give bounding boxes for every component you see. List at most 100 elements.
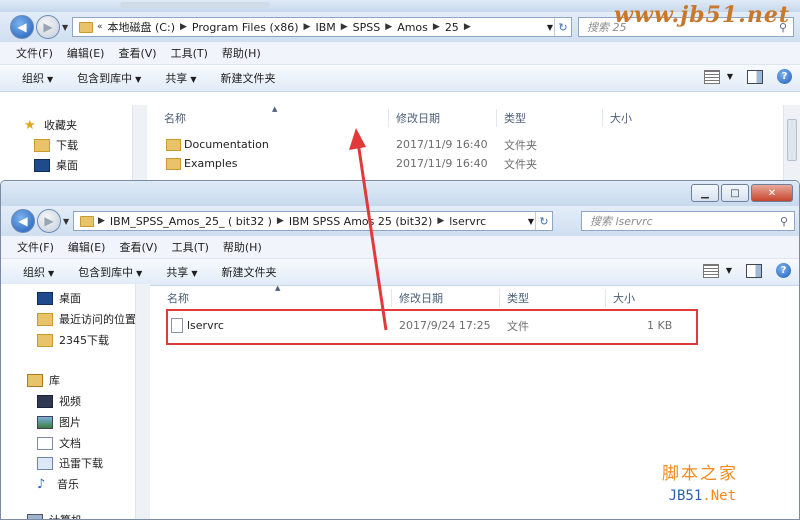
help-icon[interactable]: ? <box>776 263 791 278</box>
search-icon[interactable]: ⚲ <box>780 215 788 228</box>
column-divider[interactable] <box>602 109 603 127</box>
menu-tools[interactable]: 工具(T) <box>164 45 215 61</box>
content-area: ★ 收藏夹 下载 桌面 ▲ 名称 修改日期 类型 大小 Documentation… <box>0 105 800 182</box>
organize-button[interactable]: 组织 ▼ <box>0 70 65 86</box>
breadcrumb-ibm[interactable]: IBM <box>310 21 340 34</box>
computer-icon <box>27 513 43 519</box>
content-scrollbar[interactable] <box>783 105 800 182</box>
address-bar[interactable]: ▶ IBM_SPSS_Amos_25_ ( bit32 ) ▶ IBM SPSS … <box>73 211 553 231</box>
breadcrumb-amos-bit32[interactable]: IBM SPSS Amos 25 (bit32) <box>284 215 437 228</box>
column-divider[interactable] <box>605 289 606 307</box>
share-label: 共享 <box>166 266 189 279</box>
column-size[interactable]: 大小 <box>613 290 635 306</box>
nav-2345-downloads[interactable]: 2345下载 <box>37 332 109 348</box>
menu-edit[interactable]: 编辑(E) <box>61 239 113 255</box>
forward-button[interactable]: ▶ <box>36 15 60 39</box>
organize-button[interactable]: 组织 ▼ <box>1 264 66 280</box>
chevron-down-icon: ▼ <box>48 269 55 278</box>
menu-view[interactable]: 查看(V) <box>112 239 164 255</box>
menu-tools[interactable]: 工具(T) <box>165 239 216 255</box>
chevron-right-icon[interactable]: ▶ <box>98 216 105 226</box>
include-in-library-button[interactable]: 包含到库中 ▼ <box>65 70 153 86</box>
nav-label: 最近访问的位置 <box>59 313 136 326</box>
column-divider[interactable] <box>388 109 389 127</box>
menu-edit[interactable]: 编辑(E) <box>60 45 112 61</box>
file-row-examples[interactable]: Examples 2017/11/9 16:40 文件夹 <box>148 154 784 173</box>
column-name[interactable]: 名称 <box>167 290 189 306</box>
view-options-button[interactable]: ▼ <box>702 263 732 278</box>
search-input[interactable]: 搜索 lservrc ⚲ <box>581 211 795 231</box>
nav-desktop[interactable]: 桌面 <box>34 157 78 173</box>
column-size[interactable]: 大小 <box>610 110 632 126</box>
nav-scrollbar[interactable] <box>135 284 150 519</box>
preview-pane-icon[interactable] <box>747 69 763 84</box>
scrollbar-thumb[interactable] <box>787 119 797 161</box>
nav-documents[interactable]: 文档 <box>37 435 81 451</box>
file-row-documentation[interactable]: Documentation 2017/11/9 16:40 文件夹 <box>148 135 784 154</box>
nav-recent-places[interactable]: 最近访问的位置 <box>37 311 136 327</box>
history-dropdown-icon[interactable]: ▼ <box>62 23 68 32</box>
column-divider[interactable] <box>391 289 392 307</box>
nav-favorites[interactable]: ★ 收藏夹 <box>24 117 77 133</box>
chevron-right-icon[interactable]: ▶ <box>304 22 311 32</box>
nav-scrollbar[interactable] <box>132 105 147 182</box>
new-folder-button[interactable]: 新建文件夹 <box>209 264 288 280</box>
breadcrumb-amos-package[interactable]: IBM_SPSS_Amos_25_ ( bit32 ) <box>105 215 277 228</box>
column-divider[interactable] <box>496 109 497 127</box>
include-in-library-button[interactable]: 包含到库中 ▼ <box>66 264 154 280</box>
view-options-button[interactable]: ▼ <box>703 69 733 84</box>
nav-pictures[interactable]: 图片 <box>37 414 81 430</box>
address-bar[interactable]: « 本地磁盘 (C:) ▶ Program Files (x86) ▶ IBM ▶ S… <box>72 17 572 37</box>
menu-file[interactable]: 文件(F) <box>1 239 61 255</box>
preview-pane-icon[interactable] <box>746 263 762 278</box>
column-date[interactable]: 修改日期 <box>399 290 443 306</box>
chevron-right-icon[interactable]: ▶ <box>464 22 471 32</box>
breadcrumb-program-files[interactable]: Program Files (x86) <box>187 21 304 34</box>
column-type[interactable]: 类型 <box>504 110 526 126</box>
chevron-right-icon[interactable]: ▶ <box>341 22 348 32</box>
back-button[interactable]: ◀ <box>11 209 35 233</box>
menu-file[interactable]: 文件(F) <box>0 45 60 61</box>
breadcrumb-spss[interactable]: SPSS <box>348 21 386 34</box>
nav-desktop[interactable]: 桌面 <box>37 290 81 306</box>
menu-help[interactable]: 帮助(H) <box>215 45 268 61</box>
minimize-button[interactable]: ▁ <box>691 184 719 202</box>
nav-label: 桌面 <box>59 292 81 305</box>
back-button[interactable]: ◀ <box>10 15 34 39</box>
maximize-button[interactable]: □ <box>721 184 749 202</box>
file-date: 2017/11/9 16:40 <box>396 138 488 151</box>
address-dropdown-icon[interactable]: ▼ <box>528 217 534 226</box>
share-button[interactable]: 共享 ▼ <box>153 70 208 86</box>
breadcrumb-local-disk[interactable]: 本地磁盘 (C:) <box>103 19 180 35</box>
nav-computer[interactable]: 计算机 <box>27 512 82 519</box>
breadcrumb-25[interactable]: 25 <box>440 21 464 34</box>
nav-thunder-downloads[interactable]: 迅雷下载 <box>37 455 103 471</box>
breadcrumb-lservrc[interactable]: lservrc <box>444 215 491 228</box>
chevron-right-icon[interactable]: ▶ <box>180 22 187 32</box>
chevron-right-icon[interactable]: ▶ <box>385 22 392 32</box>
menu-help[interactable]: 帮助(H) <box>216 239 269 255</box>
column-type[interactable]: 类型 <box>507 290 529 306</box>
help-icon[interactable]: ? <box>777 69 792 84</box>
history-dropdown-icon[interactable]: ▼ <box>63 217 69 226</box>
explorer-window-amos25: ◀ ▶ ▼ « 本地磁盘 (C:) ▶ Program Files (x86) ▶ … <box>0 0 800 182</box>
address-dropdown-icon[interactable]: ▼ <box>547 23 553 32</box>
close-button[interactable]: ✕ <box>751 184 793 202</box>
refresh-icon[interactable]: ↻ <box>535 212 552 230</box>
new-folder-button[interactable]: 新建文件夹 <box>208 70 287 86</box>
nav-music[interactable]: ♪ 音乐 <box>37 476 79 492</box>
menu-view[interactable]: 查看(V) <box>111 45 163 61</box>
refresh-icon[interactable]: ↻ <box>554 18 571 36</box>
share-button[interactable]: 共享 ▼ <box>154 264 209 280</box>
column-divider[interactable] <box>499 289 500 307</box>
nav-downloads[interactable]: 下载 <box>34 137 78 153</box>
chevron-right-icon[interactable]: ▶ <box>437 216 444 226</box>
chevron-right-icon[interactable]: ▶ <box>433 22 440 32</box>
forward-button[interactable]: ▶ <box>37 209 61 233</box>
column-date[interactable]: 修改日期 <box>396 110 440 126</box>
nav-videos[interactable]: 视频 <box>37 393 81 409</box>
chevron-right-icon[interactable]: ▶ <box>277 216 284 226</box>
breadcrumb-amos[interactable]: Amos <box>392 21 433 34</box>
column-name[interactable]: 名称 <box>164 110 186 126</box>
nav-libraries[interactable]: 库 <box>27 372 60 388</box>
